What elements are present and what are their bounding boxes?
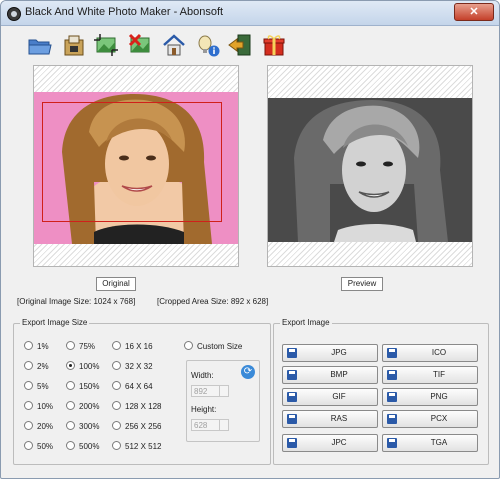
exit-icon[interactable] — [227, 32, 253, 58]
disk-icon — [387, 348, 397, 358]
toolbar — [1, 26, 499, 62]
disk-icon — [287, 438, 297, 448]
radio-10-percent[interactable]: 10% — [24, 401, 53, 414]
disk-icon — [387, 392, 397, 402]
disk-icon — [287, 392, 297, 402]
export-size-label: Export Image Size — [20, 318, 90, 327]
original-size-info: [Original Image Size: 1024 x 768] — [17, 297, 136, 306]
radio-1-percent[interactable]: 1% — [24, 341, 49, 354]
close-button[interactable]: ✕ — [454, 3, 494, 21]
open-folder-icon[interactable] — [27, 32, 53, 58]
export-jpg-button[interactable]: JPG — [282, 344, 378, 362]
crop-selection-rectangle[interactable] — [42, 102, 222, 222]
radio-5-percent[interactable]: 5% — [24, 381, 49, 394]
export-tga-button[interactable]: TGA — [382, 434, 478, 452]
radio-150-percent[interactable]: 150% — [66, 381, 99, 394]
disk-icon — [287, 414, 297, 424]
export-tif-button[interactable]: TIF — [382, 366, 478, 384]
title-bar: Black And White Photo Maker - Abonsoft ✕ — [1, 1, 499, 26]
gift-icon[interactable] — [261, 32, 287, 58]
radio-200-percent[interactable]: 200% — [66, 401, 99, 414]
export-png-button[interactable]: PNG — [382, 388, 478, 406]
radio-50-percent[interactable]: 50% — [24, 441, 53, 454]
original-image-panel[interactable] — [33, 65, 239, 267]
crop-icon[interactable] — [93, 32, 119, 58]
radio-custom-size[interactable]: Custom Size — [184, 341, 242, 354]
save-icon[interactable] — [61, 32, 87, 58]
radio-16x16[interactable]: 16 X 16 — [112, 341, 153, 354]
export-image-size-group: Export Image Size 1% 2% 5% 10% 20% 50% 7… — [13, 318, 271, 465]
radio-20-percent[interactable]: 20% — [24, 421, 53, 434]
cropped-size-info: [Cropped Area Size: 892 x 628] — [157, 297, 269, 306]
lock-aspect-icon[interactable]: ⟳ — [241, 365, 255, 379]
remove-crop-icon[interactable] — [127, 32, 153, 58]
info-icon[interactable] — [195, 32, 221, 58]
app-icon — [7, 7, 21, 21]
preview-caption: Preview — [341, 277, 383, 291]
radio-75-percent[interactable]: 75% — [66, 341, 95, 354]
disk-icon — [287, 370, 297, 380]
radio-300-percent[interactable]: 300% — [66, 421, 99, 434]
disk-icon — [287, 348, 297, 358]
width-input[interactable]: 892 — [191, 385, 229, 397]
export-gif-button[interactable]: GIF — [282, 388, 378, 406]
export-jpc-button[interactable]: JPC — [282, 434, 378, 452]
radio-64x64[interactable]: 64 X 64 — [112, 381, 153, 394]
window-title: Black And White Photo Maker - Abonsoft — [25, 6, 224, 18]
radio-100-percent[interactable]: 100% — [66, 361, 99, 374]
disk-icon — [387, 438, 397, 448]
height-input[interactable]: 628 — [191, 419, 229, 431]
radio-128x128[interactable]: 128 X 128 — [112, 401, 161, 414]
preview-photo — [268, 98, 472, 242]
radio-256x256[interactable]: 256 X 256 — [112, 421, 161, 434]
export-pcx-button[interactable]: PCX — [382, 410, 478, 428]
width-label: Width: — [191, 371, 214, 380]
radio-500-percent[interactable]: 500% — [66, 441, 99, 454]
radio-32x32[interactable]: 32 X 32 — [112, 361, 153, 374]
radio-2-percent[interactable]: 2% — [24, 361, 49, 374]
export-image-group: Export Image JPG BMP GIF RAS JPC ICO TIF… — [273, 318, 489, 465]
export-bmp-button[interactable]: BMP — [282, 366, 378, 384]
preview-image-panel — [267, 65, 473, 267]
home-icon[interactable] — [161, 32, 187, 58]
height-label: Height: — [191, 405, 217, 414]
export-ico-button[interactable]: ICO — [382, 344, 478, 362]
app-window: Black And White Photo Maker - Abonsoft ✕ — [0, 0, 500, 479]
original-caption: Original — [96, 277, 136, 291]
original-photo — [34, 92, 238, 244]
export-image-label: Export Image — [280, 318, 332, 327]
disk-icon — [387, 370, 397, 380]
radio-512x512[interactable]: 512 X 512 — [112, 441, 161, 454]
custom-size-box: Width: ⟳ 892 Height: 628 — [186, 360, 260, 442]
disk-icon — [387, 414, 397, 424]
export-ras-button[interactable]: RAS — [282, 410, 378, 428]
